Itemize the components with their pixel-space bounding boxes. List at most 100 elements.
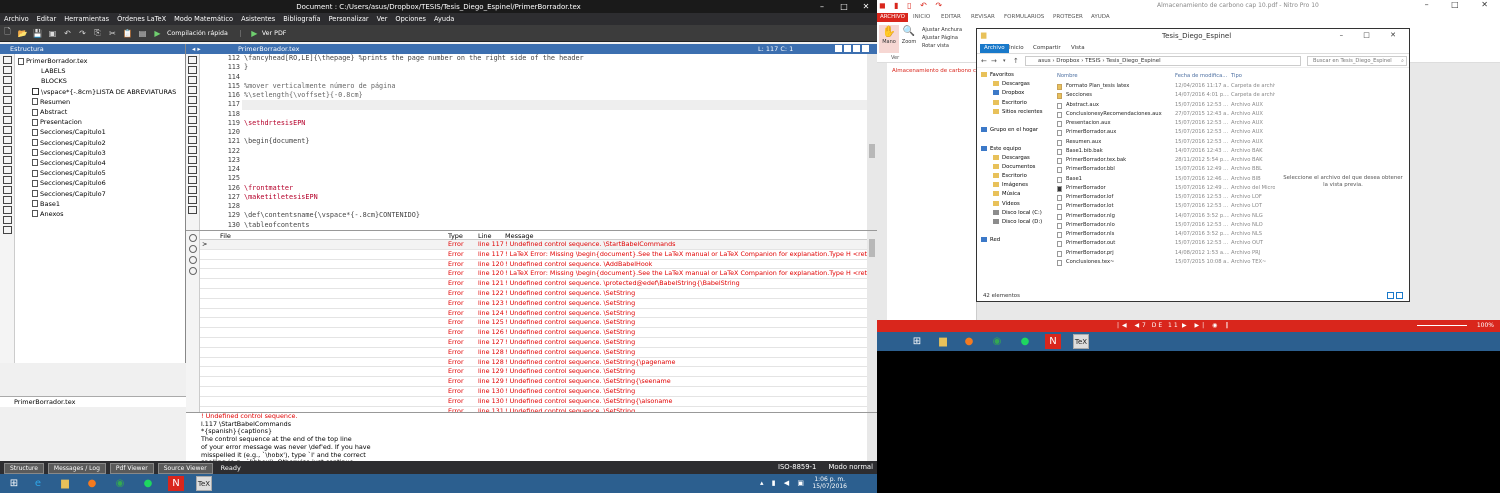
quick-build-select[interactable]: Compilación rápida	[167, 29, 241, 37]
symbol-icon[interactable]	[188, 76, 197, 84]
error-icon[interactable]	[189, 234, 197, 242]
save-icon[interactable]: 💾	[32, 28, 43, 39]
structure-file-tab[interactable]: PrimerBorrador.tex	[0, 396, 186, 407]
menu-personalizar[interactable]: Personalizar	[325, 13, 373, 25]
nav-item[interactable]: Imágenes	[977, 181, 1054, 190]
tool-icon[interactable]	[3, 146, 12, 154]
symbol-icon[interactable]	[188, 146, 197, 154]
symbol-icon[interactable]	[188, 136, 197, 144]
editor-tab[interactable]: PrimerBorrador.tex	[238, 44, 299, 54]
structure-toggle[interactable]: Structure	[4, 463, 44, 474]
code-line[interactable]: \def\contentsname{\vspace*{-.8cm}CONTENI…	[242, 211, 867, 220]
nitro-tab-revisar[interactable]: REVISAR	[971, 14, 995, 20]
tool-icon[interactable]	[3, 86, 12, 94]
tool-icon[interactable]	[3, 56, 12, 64]
nav-item[interactable]: Descargas	[977, 80, 1054, 89]
nitro-tab-archivo[interactable]: ARCHIVO	[877, 13, 908, 22]
run-icon[interactable]: ▶	[152, 28, 163, 39]
file-row[interactable]: PrimerBorrador.nlo 15/07/2016 12:53 ... Ar…	[1055, 221, 1275, 230]
scroll-thumb[interactable]	[869, 144, 875, 158]
code-line[interactable]: \tableofcontents	[242, 221, 867, 230]
paste-icon[interactable]: 📋	[122, 28, 133, 39]
error-row[interactable]: Error line 123! Undefined control sequenc…	[200, 299, 867, 309]
file-row[interactable]: Base1 15/07/2016 12:46 ... Archivo BIB	[1055, 175, 1275, 184]
error-row[interactable]: Error line 124! Undefined control sequenc…	[200, 309, 867, 319]
structure-item[interactable]: Base1	[18, 199, 176, 209]
chrome-icon[interactable]: ◉	[112, 476, 128, 491]
menu-opciones[interactable]: Opciones	[391, 13, 430, 25]
menu-editar[interactable]: Editar	[33, 13, 61, 25]
tab-button[interactable]	[862, 45, 869, 52]
file-row[interactable]: Abstract.aux 15/07/2016 12:53 ... Archivo …	[1055, 101, 1275, 110]
structure-item[interactable]: Secciones/Capitulo7	[18, 188, 176, 198]
code-line[interactable]	[242, 165, 867, 174]
ie-icon[interactable]: e	[30, 476, 46, 491]
nav-item[interactable]: Este equipo	[977, 145, 1054, 154]
symbol-icon[interactable]	[188, 86, 197, 94]
hand-tool-button[interactable]: ✋ Mano	[879, 25, 899, 53]
structure-item[interactable]: Resumen	[18, 97, 176, 107]
close-file-icon[interactable]: ▣	[47, 28, 58, 39]
code-line[interactable]: }	[242, 63, 867, 72]
nav-item[interactable]: Disco local (D:)	[977, 218, 1054, 227]
file-row[interactable]: PrimerBorrador.tex.bak 28/11/2012 5:54 p.…	[1055, 156, 1275, 165]
tool-icon[interactable]	[3, 156, 12, 164]
explorer-tab-compartir[interactable]: Compartir	[1033, 45, 1061, 51]
nitro-tab-ayuda[interactable]: AYUDA	[1091, 14, 1110, 20]
error-row[interactable]: Error line 130! Undefined control sequenc…	[200, 397, 867, 407]
forward-arrow-icon[interactable]: →	[991, 57, 997, 65]
error-row[interactable]: Error line 129! Undefined control sequenc…	[200, 377, 867, 387]
structure-item[interactable]: PrimerBorrador.tex	[18, 56, 176, 66]
menu-ver[interactable]: Ver	[373, 13, 392, 25]
nitro-tab-proteger[interactable]: PROTEGER	[1053, 14, 1083, 20]
error-row[interactable]: Error line 120! Undefined control sequenc…	[200, 260, 867, 270]
tab-button[interactable]	[853, 45, 860, 52]
nav-item[interactable]: Vídeos	[977, 200, 1054, 209]
code-line[interactable]	[242, 156, 867, 165]
file-row[interactable]: PrimerBorrador.lot 15/07/2016 12:53 ... Ar…	[1055, 202, 1275, 211]
code-line[interactable]	[242, 110, 867, 119]
log-scrollbar[interactable]	[867, 413, 877, 461]
tool-icon[interactable]	[3, 216, 12, 224]
file-row[interactable]: PrimerBorrador.lof 15/07/2016 12:53 ... Ar…	[1055, 193, 1275, 202]
col-file[interactable]: File	[220, 232, 231, 240]
redo-icon[interactable]: ↷	[77, 28, 88, 39]
file-row[interactable]: PrimerBorrador.prj 14/08/2012 1:53 a.... A…	[1055, 249, 1275, 258]
file-row[interactable]: Conclusiones.tex~ 15/07/2015 10:08 a.... A…	[1055, 258, 1275, 267]
file-row[interactable]: Secciones 14/07/2016 4:01 p.... Carpeta de…	[1055, 91, 1275, 100]
structure-item[interactable]: Secciones/Capitulo6	[18, 178, 176, 188]
details-view-icon[interactable]	[1387, 292, 1394, 299]
nitro-tab-editar[interactable]: EDITAR	[941, 14, 961, 20]
structure-item[interactable]: BLOCKS	[18, 76, 176, 86]
menu-bibliografia[interactable]: Bibliografía	[279, 13, 324, 25]
messages-toggle[interactable]: Messages / Log	[47, 463, 106, 474]
tool-icon[interactable]	[3, 196, 12, 204]
code-line[interactable]: \begin{document}	[242, 137, 867, 146]
open-folder-icon[interactable]: 📂	[17, 28, 28, 39]
history-chevron-icon[interactable]: ▾	[1003, 58, 1006, 64]
structure-item[interactable]: Secciones/Capitulo2	[18, 138, 176, 148]
texmaker-icon[interactable]: TeX	[196, 476, 212, 491]
explorer-tab-archivo[interactable]: Archivo	[980, 44, 1009, 53]
nav-item[interactable]: Favoritos	[977, 71, 1054, 80]
col-type[interactable]: Type	[448, 232, 463, 240]
large-icons-view-icon[interactable]	[1396, 292, 1403, 299]
windows-start-icon[interactable]: ⊞	[909, 334, 925, 349]
nav-item[interactable]: Escritorio	[977, 172, 1054, 181]
code-line[interactable]: \fancyhead[RO,LE]{\thepage} %prints the …	[242, 54, 867, 63]
col-date[interactable]: Fecha de modifica...	[1175, 73, 1227, 79]
editor-nav-arrows[interactable]: ◂ ▸	[192, 44, 201, 54]
structure-item[interactable]: Secciones/Capitulo5	[18, 168, 176, 178]
error-row[interactable]: > Error line 117! Undefined control sequen…	[200, 240, 867, 250]
tool-icon[interactable]	[3, 96, 12, 104]
nav-item[interactable]: Documentos	[977, 163, 1054, 172]
menu-ayuda[interactable]: Ayuda	[430, 13, 458, 25]
nitro-tab-inicio[interactable]: INICIO	[913, 14, 930, 20]
symbol-icon[interactable]	[188, 116, 197, 124]
explorer-tab-inicio[interactable]: Inicio	[1009, 45, 1024, 51]
clock[interactable]: 1:06 p. m. 15/07/2016	[812, 476, 847, 490]
file-row[interactable]: PrimerBorrador 15/07/2016 12:49 ... Archiv…	[1055, 184, 1275, 193]
symbol-icon[interactable]	[188, 196, 197, 204]
fit-page-option[interactable]: Ajustar Página	[922, 34, 962, 42]
code-line[interactable]	[242, 100, 867, 110]
